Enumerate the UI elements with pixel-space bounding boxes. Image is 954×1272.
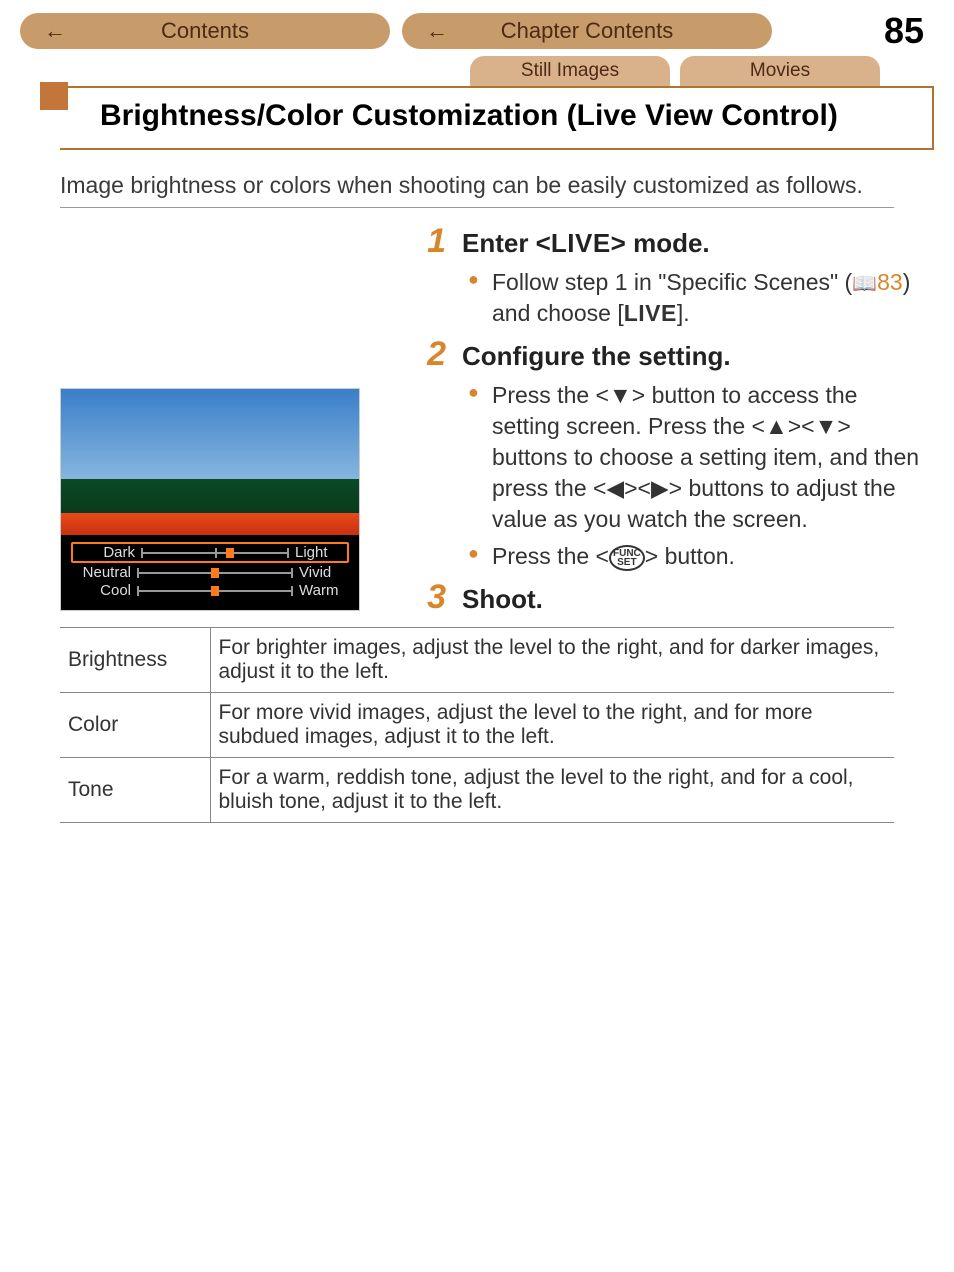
tab-movies-label: Movies <box>750 60 810 82</box>
param-name: Brightness <box>60 628 210 693</box>
param-desc: For more vivid images, adjust the level … <box>210 693 894 758</box>
slider-track <box>137 585 293 597</box>
step-1: 1 Enter <LIVE> mode. <box>418 222 924 261</box>
slider-right-label: Vivid <box>299 564 349 581</box>
func-set-icon: FUNCSET <box>609 545 645 571</box>
section-marker-icon <box>40 82 68 110</box>
param-desc: For brighter images, adjust the level to… <box>210 628 894 693</box>
param-name: Color <box>60 693 210 758</box>
step-2: 2 Configure the setting. <box>418 335 924 374</box>
slider-right-label: Warm <box>299 582 349 599</box>
preview-flowers <box>61 513 359 535</box>
context-tabs: Still Images Movies <box>0 56 954 86</box>
bullet-item: Press the <▼> button to access the setti… <box>468 380 924 535</box>
step-number: 1 <box>418 222 446 261</box>
text: ]. <box>677 300 690 326</box>
step-number: 3 <box>418 578 446 617</box>
section-heading: Brightness/Color Customization (Live Vie… <box>100 98 916 134</box>
slider-left-label: Dark <box>75 544 135 561</box>
chapter-contents-link[interactable]: ← Chapter Contents <box>402 13 772 49</box>
slider-track <box>141 547 289 559</box>
divider <box>60 207 894 208</box>
slider-right-label: Light <box>295 544 345 561</box>
table-row: Brightness For brighter images, adjust t… <box>60 628 894 693</box>
camera-preview: Dark Light Neutral <box>60 388 360 611</box>
slider-tone: Cool Warm <box>71 582 349 599</box>
contents-link[interactable]: ← Contents <box>20 13 390 49</box>
bullet-item: Follow step 1 in "Specific Scenes" (📖83)… <box>468 267 924 329</box>
preview-trees <box>61 479 359 513</box>
step-2-body: Press the <▼> button to access the setti… <box>468 380 924 572</box>
step-title: Enter <LIVE> mode. <box>462 228 710 259</box>
tab-still-label: Still Images <box>521 60 619 82</box>
slider-left-label: Neutral <box>71 564 131 581</box>
page-ref-icon: 📖 <box>852 273 877 295</box>
bullet-item: Press the <FUNCSET> button. <box>468 541 924 572</box>
table-row: Tone For a warm, reddish tone, adjust th… <box>60 758 894 823</box>
step-number: 2 <box>418 335 446 374</box>
text: > button. <box>645 543 735 569</box>
back-arrow-icon: ← <box>426 18 448 44</box>
table-row: Color For more vivid images, adjust the … <box>60 693 894 758</box>
section-title: Brightness/Color Customization (Live Vie… <box>60 86 934 150</box>
back-arrow-icon: ← <box>44 18 66 44</box>
preview-overlay: Dark Light Neutral <box>61 535 359 610</box>
slider-brightness: Dark Light <box>71 542 349 563</box>
text: Press the < <box>492 543 609 569</box>
page-ref-link[interactable]: 83 <box>877 269 903 295</box>
preview-sky <box>61 389 359 479</box>
step-title: Configure the setting. <box>462 341 731 372</box>
tab-still-images[interactable]: Still Images <box>470 56 670 86</box>
step-3: 3 Shoot. <box>418 578 924 617</box>
param-name: Tone <box>60 758 210 823</box>
steps-column: 1 Enter <LIVE> mode. Follow step 1 in "S… <box>400 218 924 617</box>
step-title: Shoot. <box>462 584 543 615</box>
live-mode-label: LIVE <box>624 300 677 326</box>
text: Follow step 1 in "Specific Scenes" ( <box>492 269 852 295</box>
slider-left-label: Cool <box>71 582 131 599</box>
param-desc: For a warm, reddish tone, adjust the lev… <box>210 758 894 823</box>
step-1-body: Follow step 1 in "Specific Scenes" (📖83)… <box>468 267 924 329</box>
parameters-table: Brightness For brighter images, adjust t… <box>60 627 894 823</box>
preview-column: Dark Light Neutral <box>60 218 400 617</box>
slider-color: Neutral Vivid <box>71 564 349 581</box>
top-nav: ← Contents ← Chapter Contents 85 <box>0 0 954 52</box>
slider-track <box>137 567 293 579</box>
contents-label: Contents <box>161 18 249 44</box>
intro-text: Image brightness or colors when shooting… <box>60 170 894 201</box>
page-number: 85 <box>884 10 934 52</box>
tab-movies[interactable]: Movies <box>680 56 880 86</box>
chapter-contents-label: Chapter Contents <box>501 18 673 44</box>
